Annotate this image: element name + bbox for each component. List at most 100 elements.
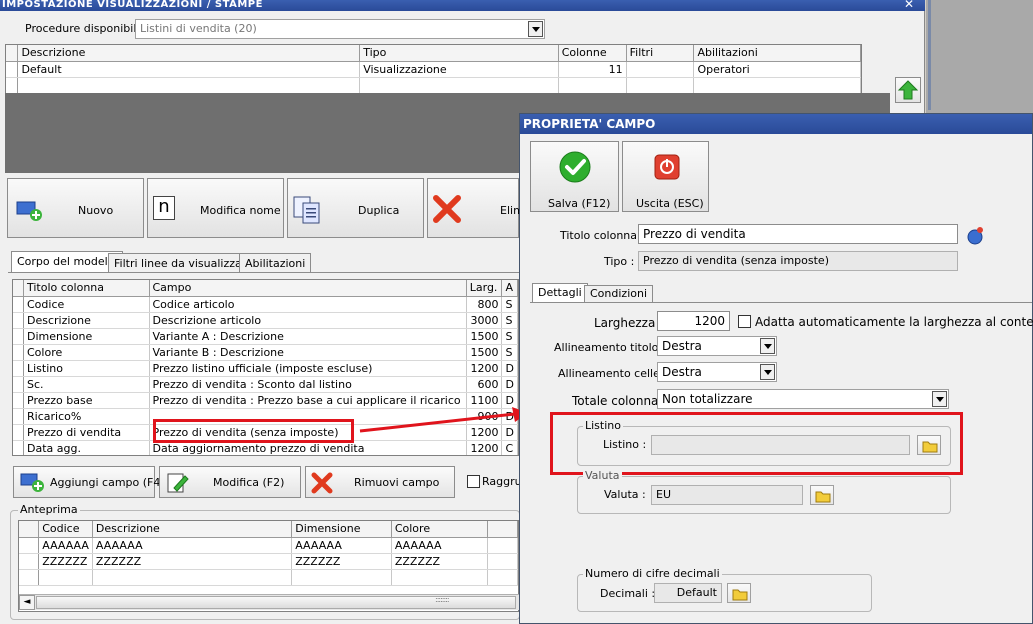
chevron-down-icon[interactable]	[932, 391, 947, 407]
table-cell[interactable]: Data agg.	[23, 440, 150, 455]
table-cell[interactable]: Prezzo di vendita : Sconto dal listino	[149, 376, 467, 393]
column-header[interactable]: Larg.	[466, 280, 503, 297]
color-picker-button[interactable]	[964, 224, 988, 246]
column-header[interactable]: Descrizione	[92, 521, 293, 538]
column-header[interactable]: Codice	[38, 521, 93, 538]
table-cell[interactable]: 1200	[466, 360, 503, 377]
group-checkbox[interactable]	[467, 475, 480, 488]
folder-icon	[732, 589, 748, 601]
table-cell: AAAAAA	[391, 537, 489, 554]
table-cell[interactable]: Visualizzazione	[359, 61, 559, 78]
decimals-browse-button[interactable]	[727, 583, 751, 603]
tab-conditions[interactable]: Condizioni	[584, 285, 654, 303]
width-input[interactable]: 1200	[657, 311, 730, 331]
preview-horizontal-scrollbar[interactable]: ◄ ::::::::	[19, 594, 519, 610]
table-cell[interactable]: S	[501, 344, 518, 361]
table-cell[interactable]: S	[501, 296, 518, 313]
close-icon[interactable]: ✕	[902, 0, 916, 10]
chevron-down-icon[interactable]	[528, 21, 543, 37]
table-cell[interactable]: D	[501, 360, 518, 377]
move-up-button[interactable]	[895, 77, 921, 103]
procedure-select[interactable]: Listini di vendita (20)	[135, 19, 545, 39]
scroll-left-icon[interactable]: ◄	[19, 595, 35, 610]
table-cell[interactable]: 800	[466, 296, 503, 313]
delete-button[interactable]: Elim	[427, 178, 524, 238]
new-button[interactable]: Nuovo	[7, 178, 144, 238]
table-cell[interactable]: Operatori	[693, 61, 861, 78]
decimals-legend: Numero di cifre decimali	[583, 567, 722, 580]
duplicate-button[interactable]: Duplica	[287, 178, 424, 238]
table-cell[interactable]: Listino	[23, 360, 150, 377]
table-cell[interactable]: Colore	[23, 344, 150, 361]
table-cell[interactable]: Descrizione articolo	[149, 312, 467, 329]
edit-field-button[interactable]: Modifica (F2)	[159, 466, 301, 498]
table-cell[interactable]: 1500	[466, 328, 503, 345]
table-cell[interactable]: Variante A : Descrizione	[149, 328, 467, 345]
table-cell[interactable]: Prezzo base	[23, 392, 150, 409]
valuta-browse-button[interactable]	[810, 485, 834, 505]
table-cell[interactable]: D	[501, 376, 518, 393]
column-header[interactable]: Abilitazioni	[693, 45, 861, 62]
table-cell[interactable]: C	[501, 440, 518, 455]
table-cell[interactable]: 11	[558, 61, 627, 78]
exit-icon	[654, 154, 680, 180]
valuta-value: EU	[651, 485, 803, 505]
table-row[interactable]: AAAAAA AAAAAA AAAAAA AAAAAA	[19, 537, 518, 554]
scrollbar-thumb[interactable]: ::::::::	[36, 595, 516, 609]
table-cell[interactable]: Prezzo listino ufficiale (imposte esclus…	[149, 360, 467, 377]
tab-model-body[interactable]: Corpo del modello	[11, 251, 124, 273]
table-cell[interactable]: Default	[17, 61, 361, 78]
table-row[interactable]: Codice Codice articolo 800 S	[13, 296, 518, 313]
table-row[interactable]: Listino Prezzo listino ufficiale (imposte…	[13, 360, 518, 377]
remove-field-button[interactable]: Rimuovi campo	[305, 466, 455, 498]
chevron-down-icon[interactable]	[760, 364, 775, 380]
table-cell[interactable]: Prezzo di vendita	[23, 424, 150, 441]
column-header[interactable]: Campo	[149, 280, 467, 297]
highlight-campo-box	[153, 419, 354, 443]
column-header[interactable]: Tipo	[359, 45, 559, 62]
column-header[interactable]: Colore	[391, 521, 489, 538]
column-header[interactable]: Colonne	[558, 45, 627, 62]
column-header[interactable]: A	[501, 280, 518, 297]
table-cell[interactable]: 3000	[466, 312, 503, 329]
table-row[interactable]: ZZZZZZ ZZZZZZ ZZZZZZ ZZZZZZ	[19, 553, 518, 570]
table-cell[interactable]: S	[501, 328, 518, 345]
cell-align-select[interactable]: Destra	[657, 362, 777, 382]
table-row[interactable]: Default Visualizzazione 11 Operatori	[6, 61, 861, 78]
table-row[interactable]: Sc. Prezzo di vendita : Sconto dal listin…	[13, 376, 518, 393]
preview-legend: Anteprima	[18, 503, 80, 516]
table-row[interactable]: Descrizione Descrizione articolo 3000 S	[13, 312, 518, 329]
table-cell[interactable]: Descrizione	[23, 312, 150, 329]
table-row[interactable]: Dimensione Variante A : Descrizione 1500 S	[13, 328, 518, 345]
autofit-checkbox[interactable]	[738, 315, 751, 328]
table-cell[interactable]: 1500	[466, 344, 503, 361]
table-row[interactable]: Colore Variante B : Descrizione 1500 S	[13, 344, 518, 361]
title-align-select[interactable]: Destra	[657, 336, 777, 356]
decimals-value: Default	[654, 583, 722, 603]
table-cell[interactable]: Sc.	[23, 376, 150, 393]
table-cell[interactable]: 1200	[466, 440, 503, 455]
table-cell: ZZZZZZ	[92, 553, 293, 570]
add-field-button[interactable]: Aggiungi campo (F4)	[13, 466, 165, 498]
tab-permissions[interactable]: Abilitazioni	[239, 253, 312, 273]
table-cell[interactable]: Ricarico%	[23, 408, 150, 425]
tab-line-filters[interactable]: Filtri linee da visualizzare	[108, 253, 259, 273]
table-cell[interactable]: Codice	[23, 296, 150, 313]
table-cell[interactable]: Variante B : Descrizione	[149, 344, 467, 361]
chevron-down-icon[interactable]	[760, 338, 775, 354]
table-cell[interactable]: Dimensione	[23, 328, 150, 345]
column-title-input[interactable]: Prezzo di vendita	[638, 224, 958, 244]
table-cell[interactable]: S	[501, 312, 518, 329]
total-select[interactable]: Non totalizzare	[657, 389, 949, 409]
table-cell[interactable]	[626, 61, 695, 78]
exit-button[interactable]: Uscita (ESC)	[622, 141, 709, 212]
column-header[interactable]: Dimensione	[291, 521, 392, 538]
column-header[interactable]: Titolo colonna	[23, 280, 150, 297]
save-button[interactable]: Salva (F12)	[530, 141, 619, 212]
column-header[interactable]: Descrizione	[17, 45, 361, 62]
table-cell[interactable]: Codice articolo	[149, 296, 467, 313]
rename-button[interactable]: n Modifica nome	[147, 178, 284, 238]
column-header[interactable]: Filtri	[626, 45, 695, 62]
tab-details[interactable]: Dettagli	[532, 283, 588, 303]
table-cell[interactable]: 600	[466, 376, 503, 393]
